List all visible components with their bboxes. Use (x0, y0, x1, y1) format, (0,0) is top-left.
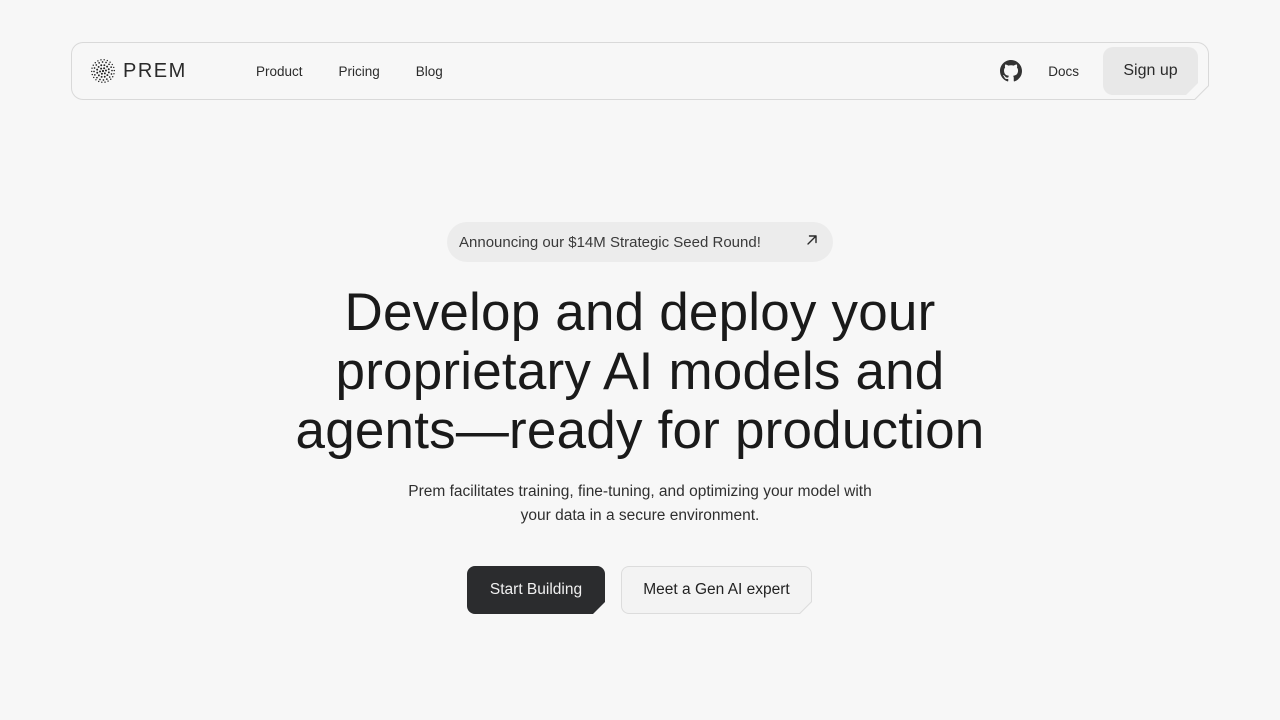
logo-dot (94, 74, 96, 76)
logo-dot (95, 79, 96, 80)
logo-dot (107, 80, 108, 81)
logo-text: PREM (123, 59, 187, 82)
logo-dot (104, 72, 106, 74)
nav-link-product[interactable]: Product (238, 64, 321, 79)
logo-dot (101, 82, 102, 83)
meet-expert-button-border: Meet a Gen AI expert (621, 566, 812, 614)
nav-link-blog[interactable]: Blog (398, 64, 461, 79)
logo-dot (111, 73, 113, 75)
nav-right: Docs Sign up (1000, 43, 1198, 99)
github-icon[interactable] (1000, 60, 1022, 82)
logo-dot (98, 66, 100, 68)
logo-dot (110, 79, 111, 80)
logo-dot (106, 74, 108, 76)
logo-dot (103, 64, 105, 66)
logo-dot (93, 77, 94, 78)
hero-subtitle-line: your data in a secure environment. (520, 507, 760, 524)
nav-links: Product Pricing Blog (238, 43, 461, 99)
logo-dot (98, 81, 99, 82)
signup-button[interactable]: Sign up (1103, 47, 1198, 95)
logo-dot (100, 68, 102, 70)
hero-title-line: Develop and deploy your (344, 283, 936, 342)
logo-dot (93, 65, 94, 66)
logo-dot (98, 74, 100, 76)
logo-dot (100, 59, 101, 60)
logo-dot (109, 61, 110, 62)
nav-link-docs[interactable]: Docs (1048, 64, 1079, 79)
announcement-pill[interactable]: Announcing our $14M Strategic Seed Round… (447, 222, 833, 262)
logo-dot (96, 72, 98, 74)
nav-link-pricing[interactable]: Pricing (321, 64, 398, 79)
logo-dot (96, 69, 98, 71)
logo-dot (95, 64, 97, 66)
logo-dot (107, 60, 108, 61)
logo-dot (105, 70, 107, 72)
logo-dot (111, 70, 113, 72)
logo-dot (99, 70, 101, 72)
logo-dot (98, 62, 100, 64)
logo-dot (112, 76, 113, 77)
navbar: PREM Product Pricing Blog Docs Sign up (72, 43, 1208, 99)
hero-title-line: agents—ready for production (295, 401, 985, 460)
logo-dot (96, 77, 98, 79)
logo-dot (103, 67, 105, 69)
logo-dot (104, 76, 106, 78)
announcement-text: Announcing our $14M Strategic Seed Round… (459, 233, 761, 251)
logo-dot (103, 79, 105, 81)
meet-expert-button[interactable]: Meet a Gen AI expert (622, 567, 811, 613)
hero-subtitle-line: Prem facilitates training, fine-tuning, … (408, 483, 872, 500)
logo-dot (94, 67, 96, 69)
logo-dot (97, 60, 98, 61)
logo-dot (91, 68, 92, 69)
logo-dot (99, 79, 101, 81)
logo-dot (102, 61, 104, 63)
logo-dot (102, 70, 104, 72)
logo-dot (108, 63, 110, 65)
hero-title-line: proprietary AI models and (335, 342, 945, 401)
logo-dot (114, 70, 115, 71)
logo-dot (113, 73, 114, 74)
logo-dot (100, 64, 102, 66)
start-building-button[interactable]: Start Building (467, 566, 605, 614)
logo-dot (92, 74, 93, 75)
hero-title: Develop and deploy your proprietary AI m… (0, 283, 1280, 460)
logo-dot (91, 71, 92, 72)
logo-dot (104, 81, 105, 82)
logo-dot (105, 62, 107, 64)
logo-dot (112, 64, 113, 65)
logo-dot (108, 68, 110, 70)
logo-dot (101, 76, 103, 78)
logo-dot (110, 66, 112, 68)
logo-dot (95, 62, 96, 63)
logo-dot (101, 73, 103, 75)
logo-dot (106, 78, 108, 80)
logo-dot (106, 66, 108, 68)
logo-dot (109, 76, 111, 78)
logo-dot (103, 59, 104, 60)
navbar-border: PREM Product Pricing Blog Docs Sign up (71, 42, 1209, 100)
logo-dot (113, 67, 114, 68)
logo-dot (108, 71, 110, 73)
prem-logo-icon (91, 59, 115, 83)
logo[interactable]: PREM (91, 59, 187, 83)
hero-subtitle: Prem facilitates training, fine-tuning, … (0, 480, 1280, 528)
logo-dot (93, 71, 95, 73)
arrow-up-right-icon (807, 235, 817, 245)
